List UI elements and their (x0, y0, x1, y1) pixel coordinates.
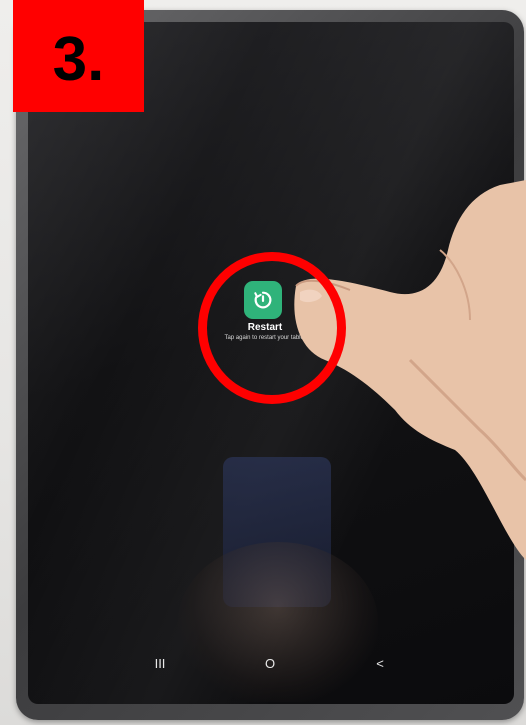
step-badge: 3. (13, 0, 144, 112)
highlight-circle (198, 252, 346, 404)
navigation-bar: III O < (140, 654, 400, 672)
recents-button[interactable]: III (140, 654, 180, 672)
person-reflection (178, 542, 378, 702)
home-button[interactable]: O (250, 654, 290, 672)
back-icon: < (376, 655, 384, 671)
step-number: 3. (52, 24, 105, 94)
recents-icon: III (154, 655, 166, 671)
back-button[interactable]: < (360, 654, 400, 672)
home-icon: O (264, 655, 276, 671)
